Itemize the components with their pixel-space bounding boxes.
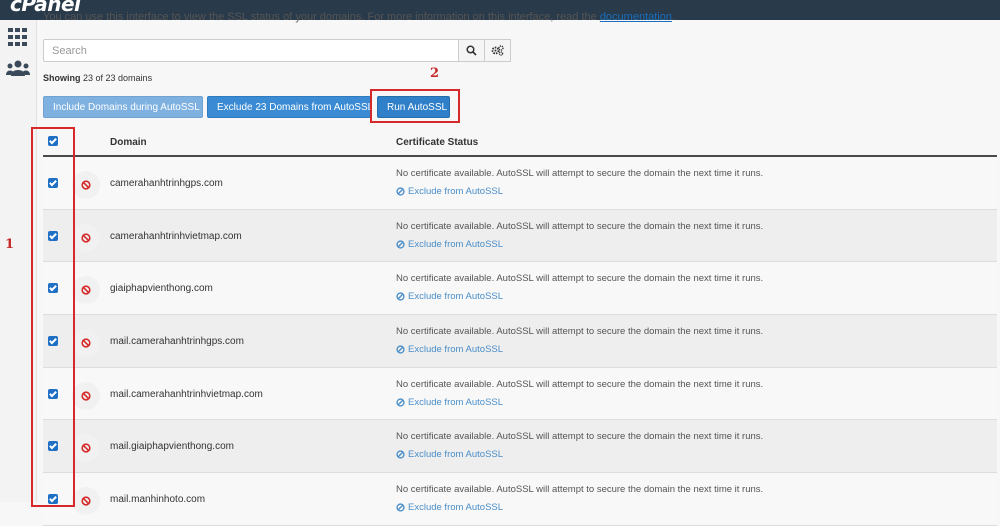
ban-icon [396,240,405,249]
include-domains-button[interactable]: Include Domains during AutoSSL [43,96,203,118]
domain-name: giaiphapvienthong.com [110,283,213,295]
ban-icon [396,503,405,512]
exclude-from-autossl-link[interactable]: Exclude from AutoSSL [396,449,503,460]
table-header: Domain Certificate Status [43,130,997,157]
ban-icon [396,187,405,196]
annotation-number-2: 2 [430,66,440,81]
exclude-from-autossl-link[interactable]: Exclude from AutoSSL [396,502,503,513]
table-row: giaiphapvienthong.com No certificate avai… [43,262,997,316]
search-button[interactable] [459,39,485,62]
exclude-from-autossl-link[interactable]: Exclude from AutoSSL [396,186,503,197]
table-row: mail.camerahanhtrinhgps.com No certificat… [43,315,997,368]
intro-text: You can use this interface to view the S… [43,12,676,23]
status-column-header[interactable]: Certificate Status [396,137,478,148]
table-row: camerahanhtrinhgps.com No certificate ava… [43,157,997,210]
domain-name: mail.manhinhoto.com [110,494,206,506]
ban-icon [396,345,405,354]
domain-name: mail.giaiphapvienthong.com [110,441,234,453]
no-entry-icon [72,223,100,252]
no-entry-icon [72,329,100,358]
ban-icon [396,292,405,301]
domain-name: camerahanhtrinhvietmap.com [110,230,242,242]
ban-icon [396,398,405,407]
no-entry-icon [72,487,100,516]
no-entry-icon [72,381,100,410]
search-icon [466,45,477,56]
exclude-from-autossl-link[interactable]: Exclude from AutoSSL [396,344,503,355]
no-entry-icon [72,171,100,199]
checkbox-column-highlight [31,127,75,507]
table-row: mail.giaiphapvienthong.com No certificate… [43,420,997,474]
search-input[interactable] [43,39,459,62]
certificate-status-text: No certificate available. AutoSSL will a… [396,484,764,496]
certificate-status-text: No certificate available. AutoSSL will a… [396,431,764,443]
users-icon[interactable] [6,60,30,83]
certificate-status-text: No certificate available. AutoSSL will a… [396,273,764,285]
domain-name: camerahanhtrinhgps.com [110,178,223,189]
settings-button[interactable] [485,39,511,62]
annotation-number-1: 1 [5,237,15,252]
no-entry-icon [72,434,100,463]
certificate-status-text: No certificate available. AutoSSL will a… [396,378,764,390]
showing-count: Showing 23 of 23 domains [43,73,153,83]
grid-icon[interactable] [8,28,28,51]
search-bar [43,39,511,62]
domain-column-header[interactable]: Domain [110,137,147,148]
exclude-from-autossl-link[interactable]: Exclude from AutoSSL [396,239,503,250]
table-row: camerahanhtrinhvietmap.com No certificate… [43,209,997,263]
gears-icon [491,45,504,56]
exclude-from-autossl-link[interactable]: Exclude from AutoSSL [396,397,503,408]
exclude-domains-button[interactable]: Exclude 23 Domains from AutoSSL [207,96,373,118]
table-row: mail.camerahanhtrinhvietmap.com No certif… [43,367,997,421]
ban-icon [396,450,405,460]
domain-name: mail.camerahanhtrinhgps.com [110,336,244,348]
certificate-status-text: No certificate available. AutoSSL will a… [396,220,764,232]
domains-table: Domain Certificate Status camerahanhtrin… [43,130,997,526]
certificate-status-text: No certificate available. AutoSSL will a… [396,168,764,179]
no-entry-icon [72,276,100,305]
exclude-from-autossl-link[interactable]: Exclude from AutoSSL [396,291,503,302]
table-row: mail.manhinhoto.com No certificate availa… [43,473,997,526]
certificate-status-text: No certificate available. AutoSSL will a… [396,326,764,338]
documentation-link[interactable]: documentation [600,12,672,23]
run-autossl-highlight [370,89,460,123]
domain-name: mail.camerahanhtrinhvietmap.com [110,388,263,400]
